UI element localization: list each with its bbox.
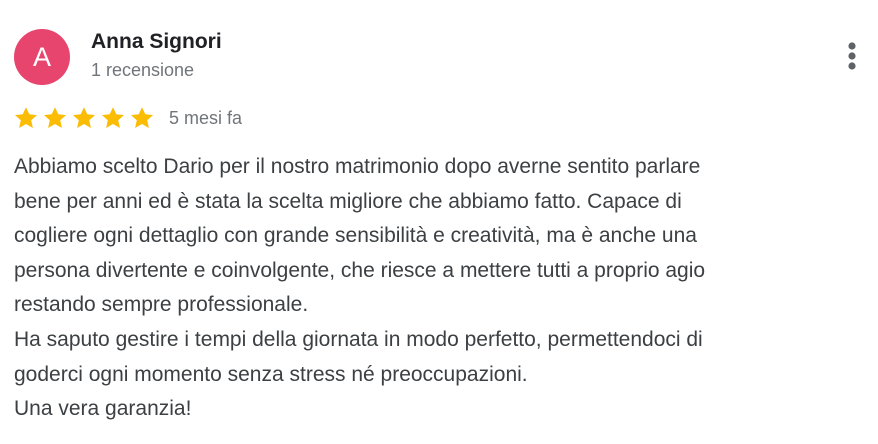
- star-icon: [131, 107, 153, 128]
- more-vert-icon: [848, 42, 856, 70]
- review-date: 5 mesi fa: [169, 107, 243, 128]
- star-icon: [73, 107, 95, 128]
- review-count: 1 recensione: [91, 60, 195, 80]
- star-icon: [44, 107, 66, 128]
- author-name[interactable]: Anna Signori: [91, 30, 222, 54]
- review-text: Abbiamo scelto Dario per il nostro matri…: [14, 155, 706, 421]
- more-options-button[interactable]: [836, 38, 868, 74]
- rating-row: 5 mesi fa: [14, 106, 242, 130]
- review-card: A Anna Signori 1 recensione 5 mesi fa Ab…: [0, 0, 878, 444]
- avatar[interactable]: A: [14, 29, 70, 85]
- star-rating: [14, 106, 154, 130]
- star-icon: [15, 107, 37, 128]
- avatar-initial: A: [32, 41, 51, 72]
- star-icon: [102, 107, 124, 128]
